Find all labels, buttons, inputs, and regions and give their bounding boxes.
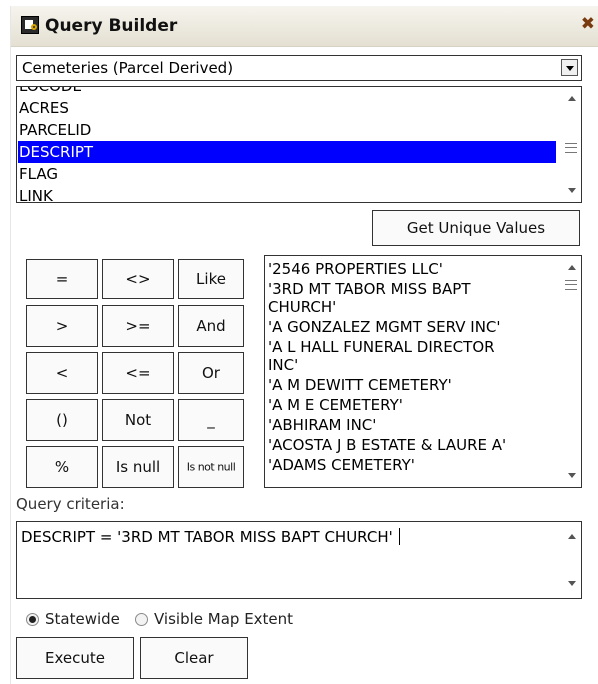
text-caret bbox=[398, 528, 400, 545]
execute-button[interactable]: Execute bbox=[16, 637, 134, 679]
operator-label: Like bbox=[196, 270, 226, 288]
layer-select-value: Cemeteries (Parcel Derived) bbox=[22, 59, 234, 77]
scroll-up-icon[interactable] bbox=[568, 265, 576, 270]
operator-label: <= bbox=[125, 364, 151, 382]
field-item-acres[interactable]: ACRES bbox=[18, 97, 556, 119]
window-title: Query Builder bbox=[45, 16, 178, 36]
operator-underscore-button[interactable]: _ bbox=[178, 399, 244, 441]
layer-select[interactable]: Cemeteries (Parcel Derived) bbox=[16, 55, 582, 81]
scroll-up-icon[interactable] bbox=[568, 534, 576, 539]
operator-less-equal-button[interactable]: <= bbox=[102, 352, 174, 394]
scroll-down-icon[interactable] bbox=[568, 473, 576, 478]
value-item[interactable]: 'A L HALL FUNERAL DIRECTOR bbox=[268, 338, 495, 356]
field-item-link[interactable]: LINK bbox=[18, 185, 556, 202]
value-item[interactable]: 'A M DEWITT CEMETERY' bbox=[268, 376, 452, 394]
operator-is-not-null-button[interactable]: Is not null bbox=[178, 446, 244, 488]
operator-or-button[interactable]: Or bbox=[178, 352, 244, 394]
statewide-label: Statewide bbox=[45, 610, 120, 628]
value-item[interactable]: 'ABHIRAM INC' bbox=[268, 416, 376, 434]
operator-label: <> bbox=[125, 270, 151, 288]
operator-label: < bbox=[55, 364, 69, 382]
value-item[interactable]: '3RD MT TABOR MISS BAPT bbox=[268, 280, 471, 298]
visible-map-extent-radio[interactable] bbox=[135, 613, 148, 626]
visible-map-extent-label: Visible Map Extent bbox=[154, 610, 294, 628]
operator-label: = bbox=[55, 270, 69, 288]
field-item-locode[interactable]: LOCODE bbox=[18, 87, 556, 97]
scroll-down-icon[interactable] bbox=[568, 581, 576, 586]
chevron-down-icon[interactable] bbox=[561, 59, 578, 76]
field-list[interactable]: LOCODE ACRES PARCELID DESCRIPT FLAG LINK bbox=[16, 86, 582, 203]
field-item-flag[interactable]: FLAG bbox=[18, 163, 556, 185]
title-bar[interactable]: Query Builder ✖ bbox=[11, 6, 598, 47]
values-list-scrollbar[interactable] bbox=[561, 256, 581, 487]
query-text-line: DESCRIPT = '3RD MT TABOR MISS BAPT CHURC… bbox=[21, 528, 400, 546]
value-item[interactable]: 'ACOSTA J B ESTATE & LAURE A' bbox=[268, 436, 506, 454]
value-item[interactable]: '2546 PROPERTIES LLC' bbox=[268, 260, 443, 278]
clear-label: Clear bbox=[174, 649, 214, 667]
scroll-thumb-icon[interactable] bbox=[565, 280, 577, 290]
operator-label: Is null bbox=[115, 458, 161, 476]
query-text: DESCRIPT = '3RD MT TABOR MISS BAPT CHURC… bbox=[21, 528, 393, 546]
scroll-down-icon[interactable] bbox=[568, 188, 576, 193]
operator-greater-equal-button[interactable]: >= bbox=[102, 305, 174, 347]
scroll-thumb-icon[interactable] bbox=[565, 143, 577, 153]
operator-equals-button[interactable]: = bbox=[26, 259, 98, 299]
field-list-scrollbar[interactable] bbox=[561, 87, 581, 202]
close-icon[interactable]: ✖ bbox=[581, 14, 595, 34]
execute-label: Execute bbox=[45, 649, 105, 667]
field-item-descript[interactable]: DESCRIPT bbox=[18, 141, 556, 163]
query-criteria-label: Query criteria: bbox=[16, 495, 125, 513]
operator-label: > bbox=[55, 317, 69, 335]
operator-label: Or bbox=[202, 364, 220, 382]
operator-label: % bbox=[54, 458, 70, 476]
scroll-up-icon[interactable] bbox=[568, 96, 576, 101]
query-criteria-input[interactable]: DESCRIPT = '3RD MT TABOR MISS BAPT CHURC… bbox=[16, 521, 582, 599]
operator-and-button[interactable]: And bbox=[178, 305, 244, 347]
operator-label: >= bbox=[125, 317, 151, 335]
operator-label: () bbox=[56, 411, 68, 429]
value-item[interactable]: 'ADAMS CEMETERY' bbox=[268, 456, 415, 474]
value-item[interactable]: 'A GONZALEZ MGMT SERV INC' bbox=[268, 318, 501, 336]
operator-label: Is not null bbox=[186, 460, 236, 474]
operator-not-equal-button[interactable]: <> bbox=[102, 259, 174, 299]
operator-less-button[interactable]: < bbox=[26, 352, 98, 394]
operator-greater-button[interactable]: > bbox=[26, 305, 98, 347]
operator-label: Not bbox=[124, 411, 152, 429]
get-unique-values-button[interactable]: Get Unique Values bbox=[372, 210, 580, 246]
clear-button[interactable]: Clear bbox=[140, 637, 248, 679]
query-scrollbar[interactable] bbox=[561, 522, 581, 598]
statewide-radio[interactable] bbox=[26, 613, 39, 626]
operator-label: And bbox=[196, 317, 226, 335]
value-item[interactable]: 'A M E CEMETERY' bbox=[268, 396, 403, 414]
operator-percent-button[interactable]: % bbox=[26, 446, 98, 488]
query-builder-icon bbox=[21, 16, 39, 34]
operator-like-button[interactable]: Like bbox=[178, 259, 244, 299]
field-item-parcelid[interactable]: PARCELID bbox=[18, 119, 556, 141]
value-item[interactable]: CHURCH' bbox=[268, 298, 336, 316]
value-item[interactable]: INC' bbox=[268, 356, 298, 374]
get-unique-values-label: Get Unique Values bbox=[406, 219, 546, 237]
unique-values-list[interactable]: '2546 PROPERTIES LLC' '3RD MT TABOR MISS… bbox=[264, 255, 582, 488]
operator-parentheses-button[interactable]: () bbox=[26, 399, 98, 441]
operator-is-null-button[interactable]: Is null bbox=[102, 446, 174, 488]
operator-not-button[interactable]: Not bbox=[102, 399, 174, 441]
operator-label: _ bbox=[207, 411, 215, 429]
